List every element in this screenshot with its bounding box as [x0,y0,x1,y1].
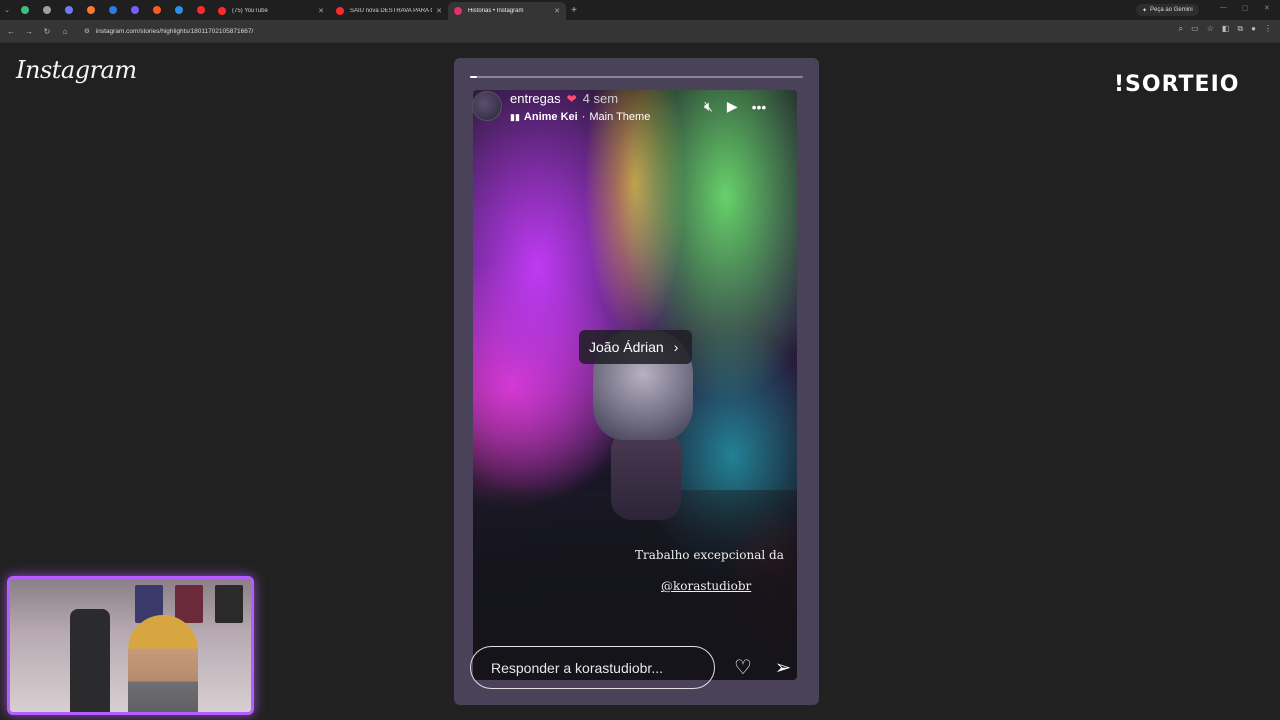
gemini-button[interactable]: ✦ Peça ao Gemini [1136,4,1199,16]
home-icon[interactable]: ⌂ [56,22,74,40]
blue-play-icon [109,6,117,14]
blue-square-icon [175,6,183,14]
gemini-sparkle-icon: ✦ [1142,7,1148,14]
story-music[interactable]: ▮▮ Anime Kei · Main Theme [510,111,650,123]
pinned-tab[interactable] [190,0,212,20]
tab-title: SAIU nova DESTRAVA PARA O... [350,8,433,14]
story-controls: 🔇︎ ▶ ••• [704,98,766,115]
poster-shape [215,585,243,623]
green-arrows-icon [21,6,29,14]
new-tab-button[interactable]: + [566,5,582,16]
translate-icon[interactable]: ⧉ [1237,24,1243,34]
address-bar[interactable]: ⚙ instagram.com/stories/highlights/18011… [80,23,1260,39]
story-username[interactable]: entregas [510,91,561,106]
red-youtube-icon [197,6,205,14]
tab-title: (75) YouTube [232,8,268,14]
site-info-icon[interactable]: ⚙ [84,27,90,35]
forward-icon[interactable]: → [20,22,38,40]
minimize-icon[interactable]: — [1220,4,1227,11]
music-track: Main Theme [589,111,651,123]
extensions-icon[interactable]: ◧ [1222,24,1230,34]
figure-body-shape [611,430,681,520]
bookmark-star-icon[interactable]: ☆ [1207,24,1214,34]
gaming-chair-shape [70,609,110,712]
caption-line-1: Trabalho excepcional da [635,548,784,562]
story-avatar[interactable] [472,91,502,121]
gemini-label: Peça ao Gemini [1150,7,1193,13]
reply-placeholder: Responder a korastudiobr... [491,659,663,676]
mention-sticker[interactable]: João Ádrian › [579,330,693,364]
story-header: entregas ❤ 4 sem [510,91,618,106]
story-progress-fill [470,76,477,78]
music-artist: Anime Kei [523,111,578,123]
tab-favicon-icon [454,7,462,15]
zoom-icon[interactable]: ⌕ [1179,24,1183,34]
toolbar-divider [0,42,1280,43]
pinned-tab[interactable] [80,0,102,20]
more-options-icon[interactable]: ••• [752,99,767,115]
orange-game-icon [87,6,95,14]
poster-shape [175,585,203,623]
browser-tab[interactable]: SAIU nova DESTRAVA PARA O... ✕ [330,2,448,20]
grey-circle-icon [43,6,51,14]
browser-toolbar: ← → ↻ ⌂ ⚙ instagram.com/stories/highligh… [0,20,1280,42]
caption-mention-link[interactable]: @korastudiobr [661,579,751,593]
tab-title: Histórias • Instagram [468,8,524,14]
play-icon[interactable]: ▶ [727,98,738,115]
pinned-tab[interactable] [14,0,36,20]
pinned-tab[interactable] [102,0,124,20]
story-timestamp: 4 sem [582,91,619,106]
profile-avatar-icon[interactable]: ● [1251,24,1256,34]
streamer-shape [128,615,198,712]
webcam-overlay [7,576,254,715]
reply-input[interactable]: Responder a korastudiobr... [470,646,715,689]
cast-icon[interactable]: ▭ [1191,24,1199,34]
share-send-icon[interactable]: ➢ [770,655,796,679]
heart-emoji-icon: ❤ [566,91,577,106]
pinned-tab[interactable] [124,0,146,20]
close-tab-icon[interactable]: ✕ [554,7,560,15]
chevron-right-icon: › [673,339,679,355]
instagram-logo[interactable]: Instagram [16,56,137,84]
purple-icon [131,6,139,14]
mute-icon[interactable]: 🔇︎ [704,98,713,115]
music-separator: · [581,111,586,123]
discord-icon [65,6,73,14]
mention-name: João Ádrian [589,339,664,355]
music-bars-icon: ▮▮ [510,111,520,122]
restore-icon[interactable]: ▢ [1242,4,1249,12]
toolbar-right-icons: ⌕ ▭ ☆ ◧ ⧉ ● ⋮ [1179,24,1272,34]
orange-tab-icon [153,6,161,14]
sorteio-overlay-brand: !SORTEIO [1114,72,1240,97]
tab-favicon-icon [218,7,226,15]
tab-favicon-icon [336,7,344,15]
back-icon[interactable]: ← [2,22,20,40]
close-tab-icon[interactable]: ✕ [436,7,442,15]
url-text: instagram.com/stories/highlights/1801170… [95,27,254,35]
pinned-tab[interactable] [36,0,58,20]
story-progress-bar [470,76,803,78]
pinned-tab[interactable] [58,0,80,20]
menu-kebab-icon[interactable]: ⋮ [1264,24,1272,34]
tabs-container: (75) YouTube ✕ SAIU nova DESTRAVA PARA O..… [212,0,566,20]
close-tab-icon[interactable]: ✕ [318,7,324,15]
tab-search-chevron-icon[interactable]: ⌄ [0,3,14,17]
close-window-icon[interactable]: ✕ [1264,4,1270,12]
browser-tab[interactable]: Histórias • Instagram ✕ [448,2,566,20]
pinned-tab[interactable] [146,0,168,20]
pinned-tab[interactable] [168,0,190,20]
pinned-tabs [14,0,212,20]
browser-tab-strip: ⌄ (75) YouTube ✕ SAIU nova DESTRAVA PARA O… [0,0,1280,20]
browser-tab[interactable]: (75) YouTube ✕ [212,2,330,20]
reload-icon[interactable]: ↻ [38,22,56,40]
like-heart-icon[interactable]: ♡ [730,655,756,679]
